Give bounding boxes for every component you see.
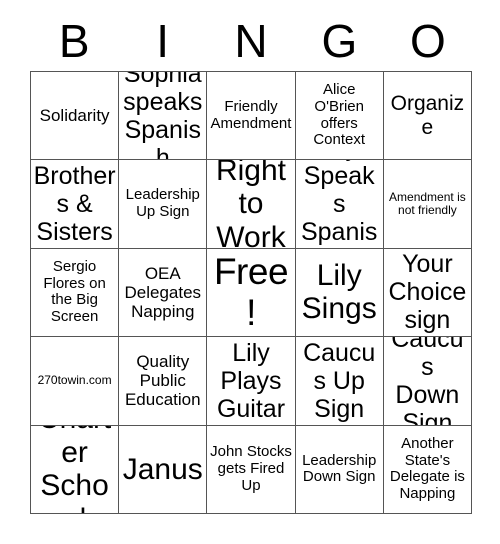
bingo-cell[interactable]: Amendment is not friendly <box>383 160 472 249</box>
bingo-card: B I N G O Solidarity Sophia speaks Spanis… <box>0 0 500 544</box>
bingo-cell[interactable]: Charter School <box>31 425 120 514</box>
bingo-cell[interactable]: Sergio Flores on the Big Screen <box>31 248 120 338</box>
bingo-cell[interactable]: Caucus Up Sign <box>295 337 384 426</box>
bingo-cell[interactable]: 270towin.com <box>31 337 120 426</box>
bingo-cell-label: Amendment is not friendly <box>389 189 466 218</box>
bingo-cell-label: Sophia speaks Spanish <box>123 72 203 161</box>
bingo-cell[interactable]: Lily Sings <box>295 248 384 338</box>
bingo-cell-label: Organize <box>390 92 465 139</box>
bingo-cell[interactable]: Leadership Up Sign <box>119 160 208 249</box>
bingo-cell[interactable]: Free! <box>207 248 296 338</box>
header-letter-g: G <box>321 15 358 67</box>
bingo-cell-label: 270towin.com <box>37 373 112 388</box>
bingo-cell-label: Free! <box>213 251 289 334</box>
bingo-cell-label: Brothers & Sisters <box>33 162 116 247</box>
bingo-cell[interactable]: OEA Delegates Napping <box>119 248 208 338</box>
bingo-cell-label: Caucus Up Sign <box>303 338 376 423</box>
bingo-cell[interactable]: Right to Work <box>207 160 296 249</box>
bingo-cell[interactable]: Another State's Delegate is Napping <box>383 425 472 514</box>
bingo-cell-label: John Stocks gets Fired Up <box>210 443 292 494</box>
bingo-cell[interactable]: Alice O'Brien offers Context <box>295 72 384 161</box>
bingo-grid: Solidarity Sophia speaks Spanish Friendly … <box>30 71 472 514</box>
bingo-cell-label: OEA Delegates Napping <box>124 263 202 321</box>
bingo-cell-label: Janus <box>122 452 203 486</box>
bingo-cell[interactable]: Lily Plays Guitar <box>207 337 296 426</box>
bingo-cell-label: Another State's Delegate is Napping <box>389 434 465 503</box>
bingo-cell-label: Lily Speaks Spanish <box>300 160 378 247</box>
bingo-cell[interactable]: Janus <box>119 425 208 514</box>
bingo-cell-label: Leadership Down Sign <box>302 451 377 486</box>
bingo-cell[interactable]: Organize <box>383 72 472 161</box>
bingo-cell-label: Friendly Amendment <box>210 97 292 132</box>
bingo-cell[interactable]: Leadership Down Sign <box>295 425 384 514</box>
bingo-cell-label: Lily Sings <box>301 258 377 326</box>
bingo-cell[interactable]: Lily Speaks Spanish <box>295 160 384 249</box>
header-letter-i: I <box>156 15 169 67</box>
bingo-cell-label: Leadership Up Sign <box>125 186 200 221</box>
header-letter-n: N <box>234 15 268 67</box>
bingo-cell[interactable]: John Stocks gets Fired Up <box>207 425 296 514</box>
bingo-cell[interactable]: Your Choice sign <box>383 248 472 338</box>
bingo-cell-label: Sergio Flores on the Big Screen <box>43 257 106 326</box>
bingo-cell-label: Right to Work <box>215 160 287 249</box>
header-letter-o: O <box>409 15 446 67</box>
bingo-cell-label: Quality Public Education <box>124 352 201 410</box>
bingo-cell[interactable]: Solidarity <box>31 72 120 161</box>
bingo-cell[interactable]: Brothers & Sisters <box>31 160 120 249</box>
bingo-cell-label: Charter School <box>38 426 111 513</box>
bingo-cell-label: Alice O'Brien offers Context <box>313 81 366 149</box>
header-letter-b: B <box>58 15 90 67</box>
bingo-header: B I N G O <box>30 12 472 70</box>
bingo-cell-label: Caucus Down Sign <box>391 337 464 426</box>
bingo-cell[interactable]: Quality Public Education <box>119 337 208 426</box>
bingo-cell-label: Solidarity <box>39 106 110 126</box>
bingo-cell-label: Lily Plays Guitar <box>216 338 286 423</box>
bingo-cell-label: Your Choice sign <box>388 250 467 335</box>
bingo-cell[interactable]: Caucus Down Sign <box>383 337 472 426</box>
bingo-cell[interactable]: Sophia speaks Spanish <box>119 72 208 161</box>
bingo-cell[interactable]: Friendly Amendment <box>207 72 296 161</box>
